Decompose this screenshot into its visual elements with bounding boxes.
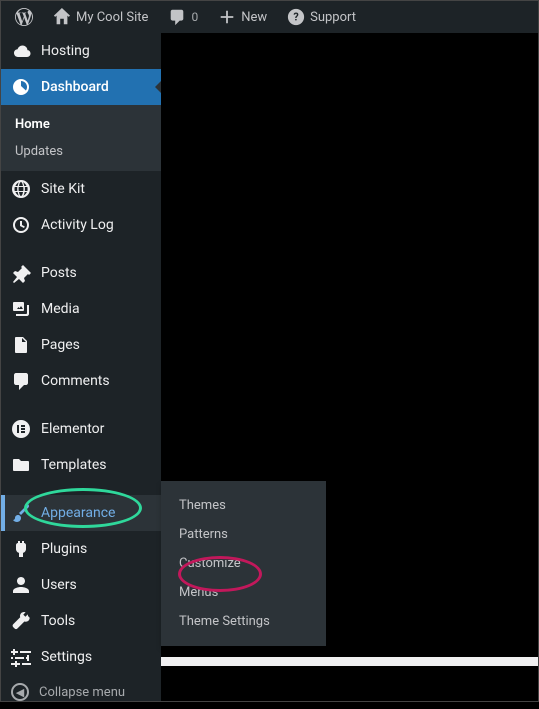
menu-separator: [1, 243, 161, 255]
flyout-item-menus[interactable]: Menus: [161, 578, 326, 607]
sidebar-label-pages: Pages: [41, 337, 80, 353]
media-icon: [11, 299, 31, 319]
support-button[interactable]: ? Support: [279, 1, 364, 33]
sidebar-label-elementor: Elementor: [41, 421, 104, 437]
admin-toolbar: My Cool Site 0 New ? Support: [1, 1, 538, 33]
sidebar-item-posts[interactable]: Posts: [1, 255, 161, 291]
plus-icon: [218, 8, 236, 26]
dashboard-icon: [11, 77, 31, 97]
sidebar-item-comments[interactable]: Comments: [1, 363, 161, 399]
sidebar-label-users: Users: [41, 577, 77, 593]
sidebar-label-sitekit: Site Kit: [41, 181, 85, 197]
sidebar-item-media[interactable]: Media: [1, 291, 161, 327]
sidebar-label-dashboard: Dashboard: [41, 79, 109, 95]
svg-text:?: ?: [293, 11, 298, 24]
new-label: New: [241, 10, 267, 25]
sidebar-item-plugins[interactable]: Plugins: [1, 531, 161, 567]
dashboard-submenu: Home Updates: [1, 105, 161, 171]
sidebar-label-posts: Posts: [41, 265, 77, 281]
collapse-menu-button[interactable]: ◀ Collapse menu: [1, 675, 161, 709]
submenu-item-home[interactable]: Home: [1, 111, 161, 138]
sidebar-item-settings[interactable]: Settings: [1, 639, 161, 675]
sidebar-label-plugins: Plugins: [41, 541, 87, 557]
flyout-item-theme-settings[interactable]: Theme Settings: [161, 607, 326, 636]
user-icon: [11, 575, 31, 595]
sidebar-label-appearance: Appearance: [41, 505, 115, 521]
clock-icon: [11, 215, 31, 235]
wrench-icon: [11, 611, 31, 631]
site-title-button[interactable]: My Cool Site: [45, 1, 156, 33]
comment-icon: [168, 8, 186, 26]
sidebar-item-elementor[interactable]: Elementor: [1, 411, 161, 447]
sidebar-label-activitylog: Activity Log: [41, 217, 114, 233]
sidebar-item-dashboard[interactable]: Dashboard: [1, 69, 161, 105]
flyout-item-customize[interactable]: Customize: [161, 549, 326, 578]
sidebar-item-sitekit[interactable]: Site Kit: [1, 171, 161, 207]
sidebar-item-appearance[interactable]: Appearance: [1, 495, 161, 531]
new-content-button[interactable]: New: [210, 1, 275, 33]
wordpress-icon: [15, 8, 33, 26]
wordpress-logo-button[interactable]: [7, 1, 41, 33]
sidebar-label-settings: Settings: [41, 649, 92, 665]
comments-icon: [11, 371, 31, 391]
home-icon: [53, 8, 71, 26]
flyout-item-patterns[interactable]: Patterns: [161, 520, 326, 549]
sliders-icon: [11, 647, 31, 667]
pushpin-icon: [11, 263, 31, 283]
menu-separator: [1, 399, 161, 411]
pages-icon: [11, 335, 31, 355]
admin-sidebar: Hosting Dashboard Home Updates Site Kit …: [1, 33, 161, 701]
brush-icon: [11, 503, 31, 523]
sidebar-item-pages[interactable]: Pages: [1, 327, 161, 363]
cloud-icon: [11, 41, 31, 61]
menu-separator: [1, 483, 161, 495]
site-title-text: My Cool Site: [76, 10, 148, 25]
sidebar-item-users[interactable]: Users: [1, 567, 161, 603]
comments-button[interactable]: 0: [160, 1, 206, 33]
collapse-icon: ◀: [11, 683, 29, 701]
flyout-item-themes[interactable]: Themes: [161, 491, 326, 520]
comments-count: 0: [191, 10, 198, 24]
sidebar-item-activitylog[interactable]: Activity Log: [1, 207, 161, 243]
submenu-item-updates[interactable]: Updates: [1, 138, 161, 165]
sidebar-label-hosting: Hosting: [41, 43, 90, 59]
sidebar-item-templates[interactable]: Templates: [1, 447, 161, 483]
sidebar-label-tools: Tools: [41, 613, 75, 629]
sidebar-label-media: Media: [41, 301, 80, 317]
sidebar-item-tools[interactable]: Tools: [1, 603, 161, 639]
support-label: Support: [310, 10, 356, 25]
help-icon: ?: [287, 8, 305, 26]
sidebar-label-templates: Templates: [41, 457, 107, 473]
sidebar-label-comments: Comments: [41, 373, 110, 389]
plugin-icon: [11, 539, 31, 559]
collapse-label: Collapse menu: [39, 685, 125, 700]
folder-icon: [11, 455, 31, 475]
appearance-flyout: Themes Patterns Customize Menus Theme Se…: [161, 481, 326, 646]
sitekit-icon: [11, 179, 31, 199]
sidebar-item-hosting[interactable]: Hosting: [1, 33, 161, 69]
elementor-icon: [11, 419, 31, 439]
content-strip: [161, 657, 538, 666]
